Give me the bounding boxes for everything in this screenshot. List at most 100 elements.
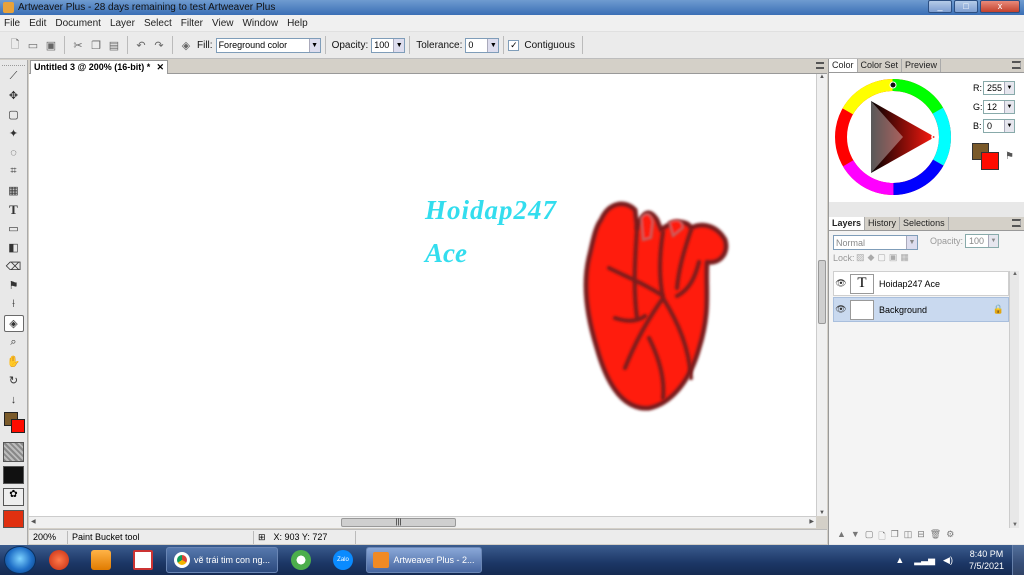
paint-bucket-tool-icon[interactable]: ◈ xyxy=(3,315,24,332)
menu-filter[interactable]: Filter xyxy=(181,18,203,29)
merge-layer-icon[interactable]: ⊟ xyxy=(917,529,925,543)
close-button[interactable]: x xyxy=(980,0,1020,13)
gradient-tool-icon[interactable]: ◧ xyxy=(4,239,24,256)
pen-tool-icon[interactable]: ↓ xyxy=(4,391,24,408)
scroll-down-icon[interactable]: ▼ xyxy=(1012,522,1018,528)
horizontal-scroll-thumb[interactable]: ||| xyxy=(341,518,456,527)
coccoc-taskbar-icon[interactable] xyxy=(282,547,320,573)
status-zoom[interactable]: 200% xyxy=(29,530,68,544)
menu-document[interactable]: Document xyxy=(55,18,101,29)
redo-icon[interactable]: ↷ xyxy=(151,37,167,53)
zalo-taskbar-icon[interactable]: Zalo xyxy=(324,547,362,573)
zoom-tool-icon[interactable]: ⌕ xyxy=(4,334,24,351)
menu-help[interactable]: Help xyxy=(287,18,308,29)
new-group-icon[interactable]: ▢ xyxy=(865,529,874,543)
vertical-scrollbar[interactable]: ▲ ▼ xyxy=(816,74,827,516)
eraser-tool-icon[interactable]: ⌫ xyxy=(4,258,24,275)
color-preset-thumb[interactable] xyxy=(3,510,24,528)
brush-preset-thumb[interactable] xyxy=(3,442,24,462)
save-icon[interactable]: ▣ xyxy=(43,37,59,53)
shape-tool-icon[interactable]: ▭ xyxy=(4,220,24,237)
layer-settings-icon[interactable]: ⚙ xyxy=(946,529,954,543)
menu-edit[interactable]: Edit xyxy=(29,18,46,29)
color-wheel[interactable] xyxy=(833,77,953,197)
duplicate-layer-icon[interactable]: ❐ xyxy=(891,529,899,543)
scroll-up-icon[interactable]: ▲ xyxy=(817,74,827,80)
menu-view[interactable]: View xyxy=(212,18,234,29)
menu-select[interactable]: Select xyxy=(144,18,172,29)
lasso-tool-icon[interactable]: ◌ xyxy=(4,144,24,161)
tab-selections[interactable]: Selections xyxy=(900,217,949,230)
media-player-taskbar-icon[interactable] xyxy=(82,547,120,573)
panel-menu-icon[interactable] xyxy=(1012,61,1021,69)
scroll-left-icon[interactable]: ◀ xyxy=(31,518,36,525)
text-tool-icon[interactable]: T xyxy=(4,201,24,218)
layers-scrollbar[interactable]: ▲ ▼ xyxy=(1009,271,1019,528)
pattern-preset-icon[interactable]: ✿ xyxy=(3,488,24,506)
scroll-right-icon[interactable]: ▶ xyxy=(809,518,814,525)
panel-menu-icon[interactable] xyxy=(1012,219,1021,227)
stamp-icon[interactable]: ⚑ xyxy=(1005,151,1014,162)
undo-icon[interactable]: ↶ xyxy=(133,37,149,53)
minimize-button[interactable]: _ xyxy=(928,0,952,13)
layer-style-icon[interactable]: ◫ xyxy=(904,529,913,543)
eye-icon[interactable]: 👁 xyxy=(834,278,848,289)
eyedropper-tool-icon[interactable]: ⟊ xyxy=(4,296,24,313)
eye-icon[interactable]: 👁 xyxy=(834,304,848,315)
close-tab-icon[interactable]: ✕ xyxy=(156,61,164,73)
clock[interactable]: 8:40 PM 7/5/2021 xyxy=(969,548,1004,572)
network-signal-icon[interactable]: ▂▃▅ xyxy=(914,555,935,566)
opacity-field[interactable]: 100 ▼ xyxy=(371,37,406,53)
document-canvas[interactable]: Hoidap247 Ace xyxy=(29,74,816,516)
brush-tool-icon[interactable]: ⟋ xyxy=(4,68,24,85)
cut-icon[interactable]: ✂ xyxy=(70,37,86,53)
horizontal-scrollbar[interactable]: ◀ ||| ▶ xyxy=(29,516,816,528)
volume-icon[interactable]: ◀) xyxy=(943,555,953,566)
open-folder-icon[interactable]: ▭ xyxy=(25,37,41,53)
rotate-view-tool-icon[interactable]: ↻ xyxy=(4,372,24,389)
show-hidden-icons-icon[interactable]: ▲ xyxy=(895,555,904,565)
tab-color[interactable]: Color xyxy=(829,59,858,72)
texture-preset-thumb[interactable] xyxy=(3,466,24,484)
crop-tool-icon[interactable]: ⌗ xyxy=(4,163,24,180)
paste-icon[interactable]: ▤ xyxy=(106,37,122,53)
lock-options-icon[interactable]: ▨◆▢▣▦ xyxy=(856,252,912,263)
taskbar-chrome-task[interactable]: vẽ trái tim con ng... xyxy=(166,547,278,573)
fill-select[interactable]: Foreground color ▼ xyxy=(215,37,321,53)
ccleaner-taskbar-icon[interactable] xyxy=(40,547,78,573)
blend-mode-select[interactable]: Normal ▼ xyxy=(833,235,918,250)
maximize-button[interactable]: □ xyxy=(954,0,978,13)
b-field[interactable]: 0 ▼ xyxy=(983,119,1015,133)
tab-preview[interactable]: Preview xyxy=(902,59,942,72)
unikey-taskbar-icon[interactable] xyxy=(124,547,162,573)
foreground-color-swatch[interactable] xyxy=(981,152,999,170)
scroll-up-icon[interactable]: ▲ xyxy=(1012,271,1018,277)
vertical-scroll-thumb[interactable] xyxy=(818,260,826,324)
hand-tool-icon[interactable]: ✋ xyxy=(4,353,24,370)
move-tool-icon[interactable]: ✥ xyxy=(4,87,24,104)
menu-layer[interactable]: Layer xyxy=(110,18,135,29)
rect-select-tool-icon[interactable]: ▢ xyxy=(4,106,24,123)
contiguous-checkbox[interactable]: ✓ xyxy=(508,39,520,51)
tolerance-field[interactable]: 0 ▼ xyxy=(465,37,500,53)
copy-icon[interactable]: ❐ xyxy=(88,37,104,53)
new-file-icon[interactable]: 🗋 xyxy=(7,37,23,53)
menu-window[interactable]: Window xyxy=(242,18,278,29)
menu-file[interactable]: File xyxy=(4,18,20,29)
panel-menu-icon[interactable] xyxy=(816,62,824,69)
document-tab[interactable]: Untitled 3 @ 200% (16-bit) * ✕ xyxy=(30,60,168,74)
show-desktop-button[interactable] xyxy=(1012,545,1024,575)
layer-row[interactable]: 👁 T Hoidap247 Ace xyxy=(833,271,1009,296)
move-down-icon[interactable]: ▼ xyxy=(851,529,860,543)
magic-wand-tool-icon[interactable]: ✦ xyxy=(4,125,24,142)
delete-layer-icon[interactable]: 🗑 xyxy=(930,529,941,543)
layer-row[interactable]: 👁 Background 🔒 xyxy=(833,297,1009,322)
tab-color-set[interactable]: Color Set xyxy=(858,59,903,72)
clone-stamp-tool-icon[interactable]: ⚑ xyxy=(4,277,24,294)
toolbox-grip[interactable] xyxy=(2,60,25,66)
move-up-icon[interactable]: ▲ xyxy=(837,529,846,543)
tab-history[interactable]: History xyxy=(865,217,901,230)
g-field[interactable]: 12 ▼ xyxy=(983,100,1015,114)
scroll-down-icon[interactable]: ▼ xyxy=(817,510,827,516)
layer-opacity-field[interactable]: 100 ▼ xyxy=(965,234,999,248)
